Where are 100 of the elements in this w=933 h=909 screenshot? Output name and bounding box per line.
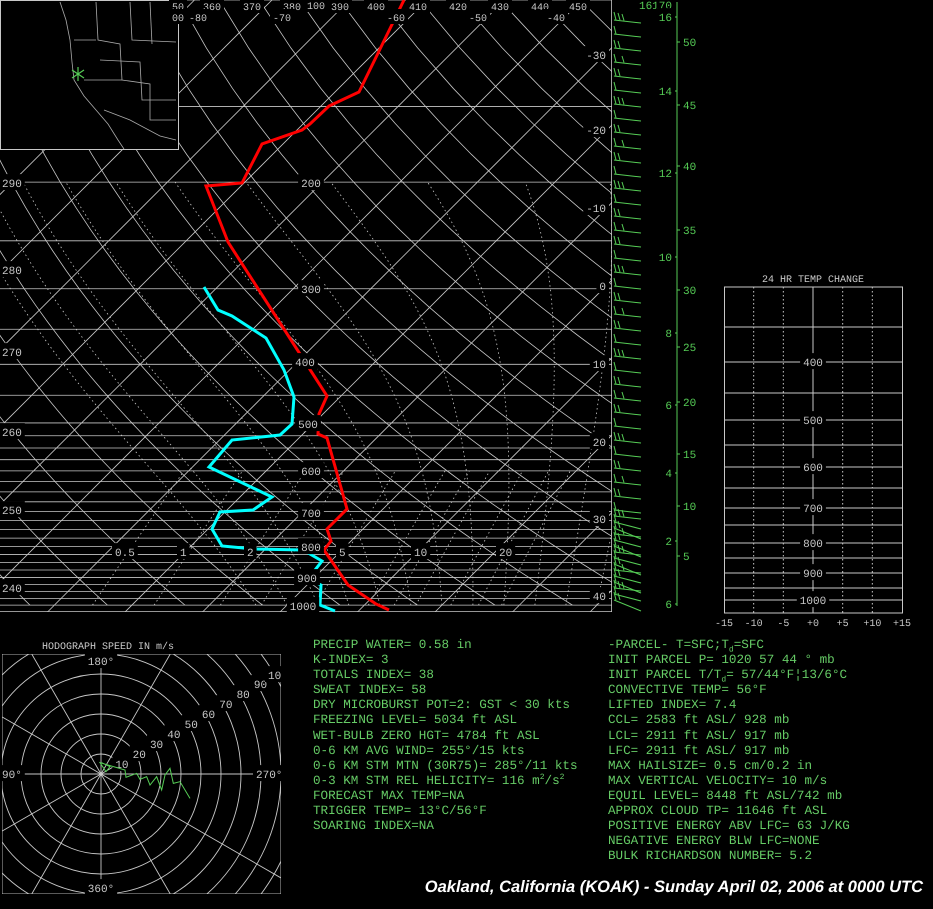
- parcel-text: LIFTED INDEX= 7.4: [608, 698, 738, 714]
- axis-label: 5: [339, 548, 346, 560]
- axis-label: 1000: [800, 596, 826, 608]
- index-text: TOTALS INDEX= 38: [313, 668, 435, 684]
- axis-label: 600: [301, 467, 321, 479]
- index-text: K-INDEX= 3: [313, 653, 390, 668]
- axis-label: 40: [592, 592, 606, 604]
- axis-label: -40: [547, 14, 565, 25]
- axis-label: 14: [658, 87, 672, 99]
- axis-label: 20: [683, 398, 696, 410]
- index-text: 0-6 KM AVG WIND= 255°/15 kts: [313, 744, 526, 759]
- parcel-text: MAX HAILSIZE= 0.5 cm/0.2 in: [608, 758, 814, 774]
- axis-label: 240: [2, 584, 22, 596]
- axis-label: 80: [236, 690, 250, 702]
- axis-label: 360°: [88, 884, 114, 896]
- index-text: SOARING INDEX=NA: [313, 819, 435, 834]
- parcel-text: INIT PARCEL T/T$_{d}$= 57/44°F¦13/6°C: [608, 668, 848, 684]
- axis-label: -60: [387, 14, 405, 25]
- axis-label: 100: [307, 2, 325, 13]
- axis-label: 30: [150, 740, 164, 752]
- index-text: TRIGGER TEMP= 13°C/56°F: [313, 804, 488, 820]
- axis-label: 180°: [88, 657, 114, 669]
- axis-label: 35: [683, 226, 696, 238]
- axis-label: 70: [219, 700, 232, 712]
- axis-label: 250: [2, 506, 22, 518]
- axis-label: 10: [592, 360, 606, 372]
- axis-label: 50: [184, 720, 198, 732]
- axis-label: 800: [301, 543, 321, 555]
- axis-label: 90°: [2, 770, 22, 782]
- index-text: 0-6 KM STM MTN (30R75)= 285°/11 kts: [313, 758, 579, 774]
- axis-label: 60: [202, 710, 216, 722]
- axis-label: +0: [807, 619, 819, 630]
- axis-label: -20: [586, 126, 606, 138]
- parcel-text: POSITIVE ENERGY ABV LFC= 63 J/KG: [608, 819, 851, 834]
- axis-label: 15: [683, 450, 696, 462]
- axis-label: 20: [132, 750, 146, 762]
- axis-label: 12: [658, 169, 672, 181]
- axis-label: 25: [683, 343, 696, 355]
- axis-label: 260: [2, 428, 22, 440]
- axis-label: 10: [658, 253, 672, 265]
- axis-label: 0: [599, 282, 606, 294]
- parcel-text: CCL= 2583 ft ASL/ 928 mb: [608, 713, 790, 729]
- axis-label: 50: [683, 38, 696, 50]
- axis-label: 30: [592, 515, 606, 527]
- axis-label: 1000: [290, 602, 316, 614]
- axis-label: 10: [414, 548, 428, 560]
- chart-title: 24 HR TEMP CHANGE: [762, 275, 864, 286]
- parcel-text: LCL= 2911 ft ASL/ 917 mb: [608, 728, 790, 744]
- axis-label: 900: [803, 569, 823, 581]
- parcel-text: CONVECTIVE TEMP= 56°F: [608, 683, 768, 698]
- axis-label: 900: [297, 574, 317, 586]
- axis-label: -50: [469, 14, 487, 25]
- axis-label: 420: [449, 3, 467, 14]
- axis-label: 370: [243, 3, 261, 14]
- index-text: FREEZING LEVEL= 5034 ft ASL: [313, 713, 518, 729]
- index-text: SWEAT INDEX= 58: [313, 683, 428, 698]
- axis-label: 10: [268, 671, 282, 683]
- axis-label: 6: [665, 401, 672, 413]
- axis-label: 270: [2, 348, 22, 360]
- axis-label: 300: [301, 285, 321, 297]
- axis-label: 8: [665, 329, 672, 341]
- axis-label: 410: [409, 3, 427, 14]
- parcel-text: NEGATIVE ENERGY BLW LFC=NONE: [608, 834, 821, 850]
- axis-label: 270°: [256, 770, 282, 782]
- index-text: DRY MICROBURST POT=2: GST < 30 kts: [313, 698, 571, 714]
- axis-label: 430: [491, 3, 509, 14]
- axis-label: 16: [658, 13, 672, 25]
- axis-label: -80: [189, 14, 207, 25]
- axis-label: 500: [298, 420, 318, 432]
- axis-label: 40: [683, 162, 696, 174]
- axis-label: 290: [2, 179, 22, 191]
- axis-label: +5: [836, 619, 849, 630]
- axis-label: 390: [331, 3, 349, 14]
- axis-label: 600: [803, 463, 823, 475]
- index-text: WET-BULB ZERO HGT= 4784 ft ASL: [313, 728, 541, 744]
- parcel-text: BULK RICHARDSON NUMBER= 5.2: [608, 849, 814, 864]
- index-text: 0-3 KM STM REL HELICITY= 116 m$^{2}$/s$^{2}$: [313, 774, 566, 789]
- axis-label: 90: [254, 680, 268, 692]
- parcel-text: APPROX CLOUD TP= 11646 ft ASL: [608, 804, 828, 820]
- axis-label: 700: [301, 509, 321, 521]
- axis-label: 0.5: [115, 548, 135, 560]
- axis-label: -10: [586, 204, 606, 216]
- axis-label: 800: [803, 539, 823, 551]
- axis-label: 2: [665, 537, 672, 549]
- axis-label: 30: [683, 286, 696, 298]
- axis-label: 1: [180, 548, 187, 560]
- parcel-text: INIT PARCEL P= 1020 57 44 ° mb: [608, 653, 836, 668]
- axis-label: 400: [803, 358, 823, 370]
- axis-label: 20: [592, 438, 606, 450]
- parcel-text: LFC= 2911 ft ASL/ 917 mb: [608, 744, 790, 759]
- index-text: PRECIP WATER= 0.58 in: [313, 638, 473, 654]
- axis-label: 16170: [638, 1, 672, 13]
- axis-label: 5: [683, 552, 690, 564]
- index-text: FORECAST MAX TEMP=NA: [313, 788, 466, 804]
- axis-label: 00: [172, 14, 184, 25]
- axis-label: 400: [295, 358, 315, 370]
- axis-label: 10: [115, 760, 129, 772]
- axis-label: 40: [167, 730, 180, 742]
- chart-title: HODOGRAPH SPEED IN m/s: [42, 642, 174, 653]
- axis-label: 10: [683, 502, 696, 514]
